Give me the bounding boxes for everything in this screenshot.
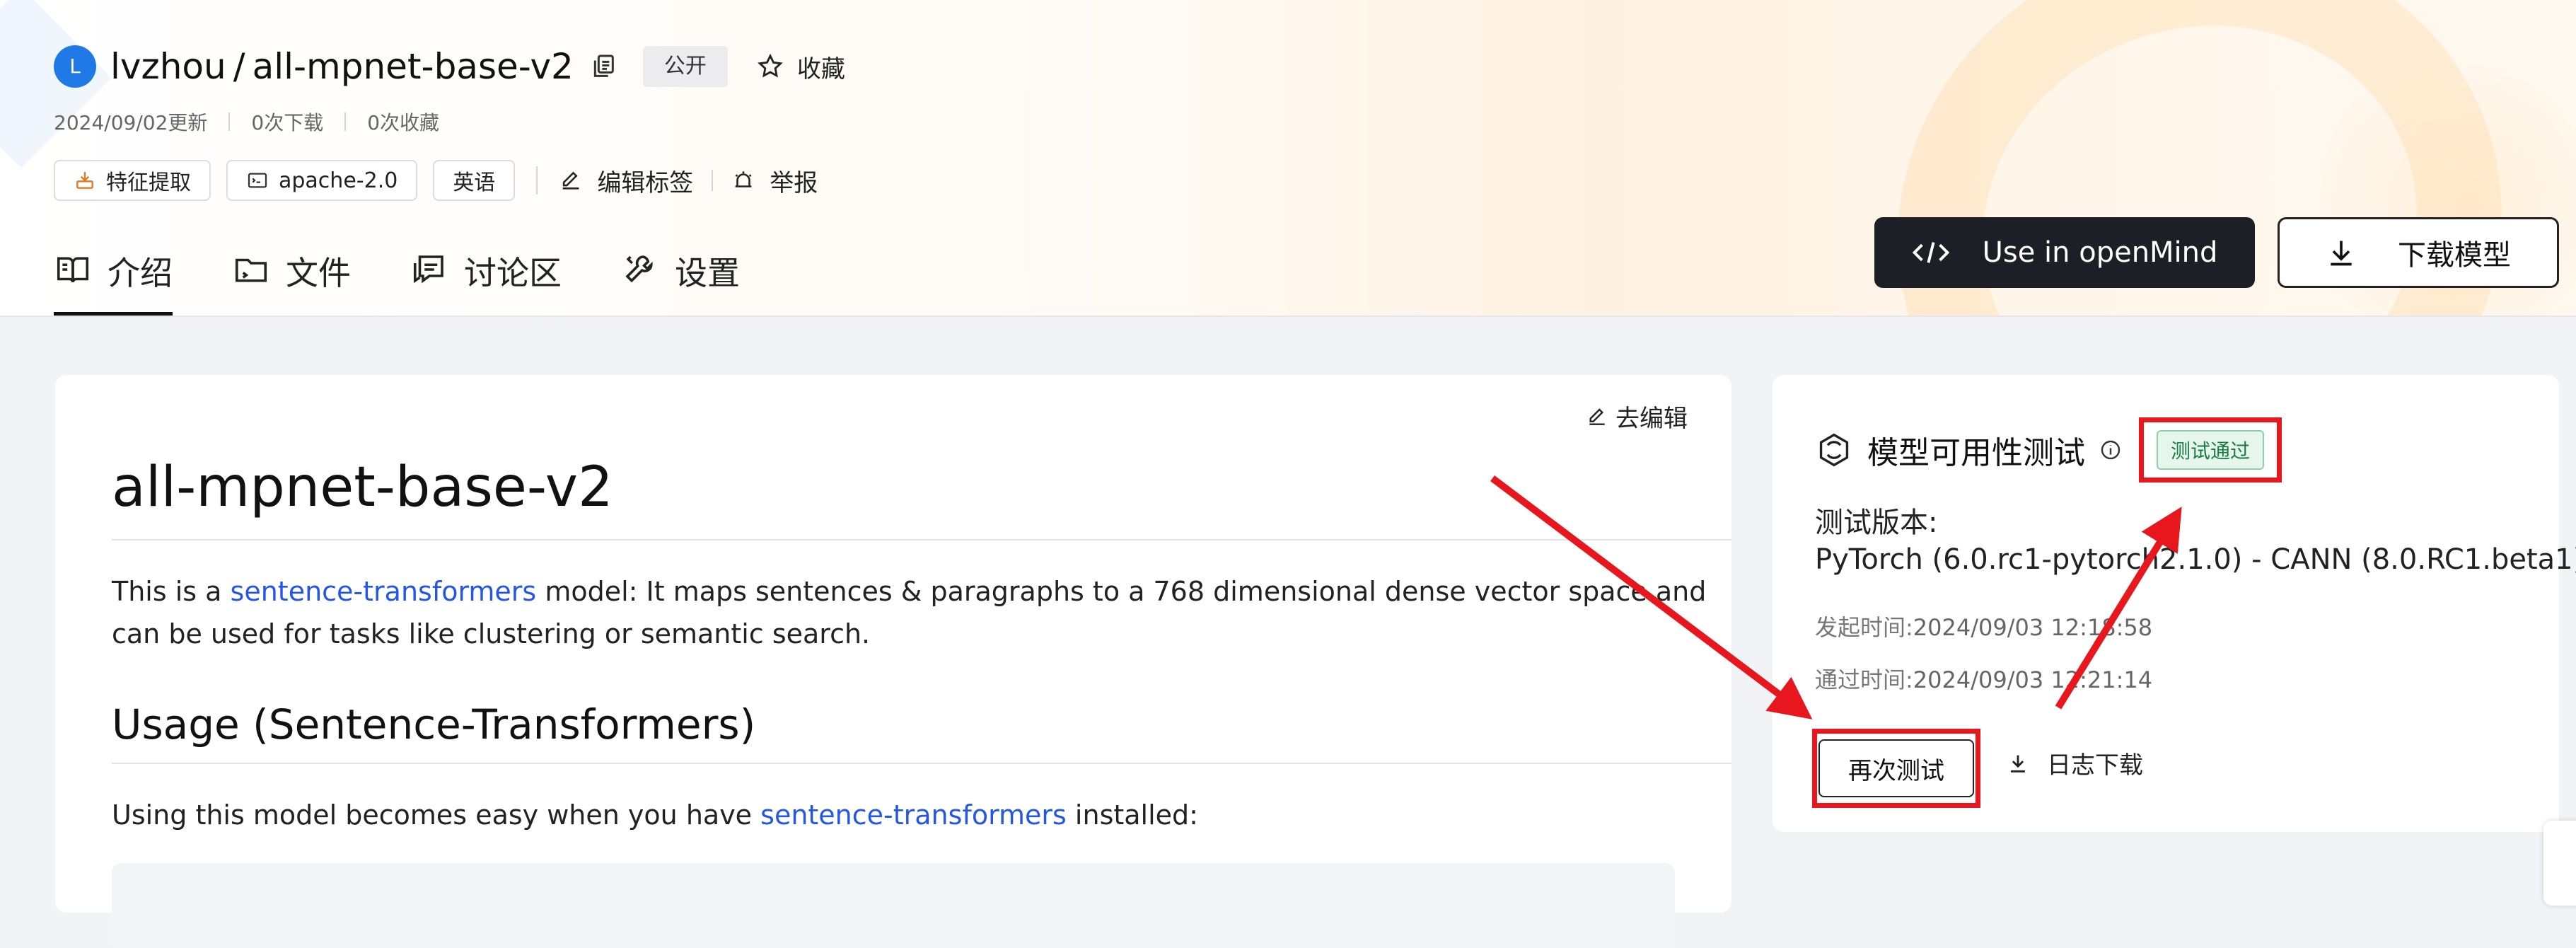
usage-text-prefix: Using this model becomes easy when you h… <box>112 799 761 831</box>
meta-divider <box>344 112 347 131</box>
retest-button[interactable]: 再次测试 <box>1818 739 1974 797</box>
pass-time-label: 通过时间: <box>1815 666 1913 693</box>
availability-test-card: 模型可用性测试 测试通过 测试版本: PyTorch (6.0.rc1-pyto… <box>1773 375 2576 832</box>
pass-time-value: 2024/09/03 12:21:14 <box>1913 666 2153 693</box>
favorite-label: 收藏 <box>796 54 845 83</box>
tag-feature-extraction[interactable]: 特征提取 <box>54 160 211 201</box>
decorative-corner-shape <box>0 0 112 168</box>
title-divider <box>112 539 1731 541</box>
test-version-label: 测试版本: <box>1815 507 1938 539</box>
pencil-icon <box>562 171 579 190</box>
repo-header: L lvzhou / all-mpnet-base-v2 公开 收藏 2024/… <box>0 0 2576 317</box>
feature-extraction-icon <box>76 172 93 189</box>
license-icon <box>248 173 267 188</box>
sentence-transformers-install-link[interactable]: sentence-transformers <box>760 799 1067 831</box>
log-download-button[interactable]: 日志下载 <box>2006 746 2143 780</box>
tab-label: 介绍 <box>108 254 173 292</box>
start-time-label: 发起时间: <box>1815 614 1913 641</box>
download-model-label: 下载模型 <box>2398 239 2511 272</box>
tab-label: 文件 <box>286 254 351 292</box>
download-icon <box>2331 241 2352 266</box>
folder-icon <box>235 258 267 282</box>
visibility-badge: 公开 <box>642 46 728 87</box>
use-in-openmind-label: Use in openMind <box>1982 236 2218 269</box>
tab-label: 讨论区 <box>464 254 562 292</box>
usage-paragraph: Using this model becomes easy when you h… <box>112 794 1731 836</box>
tab-label: 设置 <box>675 254 740 292</box>
avatar[interactable]: L <box>54 45 96 88</box>
download-model-button[interactable]: 下载模型 <box>2278 217 2559 288</box>
tab-discussion[interactable]: 讨论区 <box>410 241 562 316</box>
repo-tabs: 介绍 文件 讨论区 设置 <box>54 241 799 316</box>
chat-icon <box>413 255 443 284</box>
updated-date: 2024/09/02更新 <box>54 111 208 134</box>
edit-tags-button[interactable]: 编辑标签 <box>559 163 693 198</box>
retest-button-highlight: 再次测试 <box>1812 729 1980 808</box>
status-badge: 测试通过 <box>2156 430 2264 470</box>
intro-text-prefix: This is a <box>112 576 231 607</box>
pencil-icon <box>1589 407 1605 425</box>
tag-label: 特征提取 <box>106 170 191 195</box>
tag-language[interactable]: 英语 <box>433 160 516 201</box>
usage-divider <box>112 763 1731 764</box>
edit-tags-label: 编辑标签 <box>597 168 694 197</box>
tools-icon <box>625 255 653 283</box>
floating-help-tab[interactable] <box>2543 821 2576 906</box>
download-count: 0次下载 <box>251 111 324 134</box>
availability-header: 模型可用性测试 测试通过 <box>1815 417 2282 482</box>
tab-settings[interactable]: 设置 <box>621 241 740 316</box>
usage-heading: Usage (Sentence-Transformers) <box>112 700 756 748</box>
tags-divider <box>536 166 538 195</box>
tag-label: apache-2.0 <box>279 168 398 193</box>
report-button[interactable]: 举报 <box>731 163 818 198</box>
edit-readme-label: 去编辑 <box>1615 405 1688 433</box>
start-time-value: 2024/09/03 12:18:58 <box>1913 614 2153 641</box>
intro-paragraph: This is a sentence-transformers model: I… <box>112 570 1731 655</box>
tab-intro[interactable]: 介绍 <box>54 241 173 316</box>
use-in-openmind-button[interactable]: Use in openMind <box>1874 217 2255 288</box>
readme-card: 去编辑 all-mpnet-base-v2 This is a sentence… <box>55 375 1731 948</box>
status-badge-highlight: 测试通过 <box>2139 417 2282 482</box>
info-icon[interactable] <box>2099 439 2122 461</box>
tag-label: 英语 <box>453 170 496 195</box>
tab-files[interactable]: 文件 <box>232 241 351 316</box>
favorite-button[interactable]: 收藏 <box>756 50 845 84</box>
copy-icon[interactable] <box>589 52 617 81</box>
code-icon <box>1912 242 1949 263</box>
repo-path-separator: / <box>233 46 245 87</box>
tag-license[interactable]: apache-2.0 <box>226 160 418 201</box>
repo-name: all-mpnet-base-v2 <box>252 46 574 87</box>
usage-text-suffix: installed: <box>1066 799 1198 831</box>
repo-owner-link[interactable]: lvzhou <box>110 46 226 87</box>
meta-divider <box>228 112 231 131</box>
tags-row: 特征提取 apache-2.0 英语 编辑标签 举报 <box>54 160 818 201</box>
alarm-icon <box>735 171 752 187</box>
action-divider <box>712 170 714 191</box>
favorite-count: 0次收藏 <box>367 111 440 134</box>
start-time-row: 发起时间:2024/09/03 12:18:58 <box>1815 610 2152 642</box>
code-block <box>112 863 1675 948</box>
star-icon <box>758 53 783 78</box>
report-label: 举报 <box>770 168 818 197</box>
log-download-label: 日志下载 <box>2047 751 2143 780</box>
test-version-value: PyTorch (6.0.rc1-pytorch2.1.0) - CANN (8… <box>1815 543 2576 576</box>
book-icon <box>57 257 89 283</box>
download-icon <box>2011 755 2025 773</box>
hexagon-test-icon <box>1819 433 1849 467</box>
sentence-transformers-link[interactable]: sentence-transformers <box>231 576 537 607</box>
availability-title: 模型可用性测试 <box>1867 435 2085 471</box>
pass-time-row: 通过时间:2024/09/03 12:21:14 <box>1815 662 2152 695</box>
edit-readme-button[interactable]: 去编辑 <box>1586 399 1688 434</box>
repo-meta: 2024/09/02更新 0次下载 0次收藏 <box>54 108 439 136</box>
repo-title-row: lvzhou / all-mpnet-base-v2 公开 收藏 <box>110 38 845 95</box>
readme-title: all-mpnet-base-v2 <box>112 456 613 519</box>
